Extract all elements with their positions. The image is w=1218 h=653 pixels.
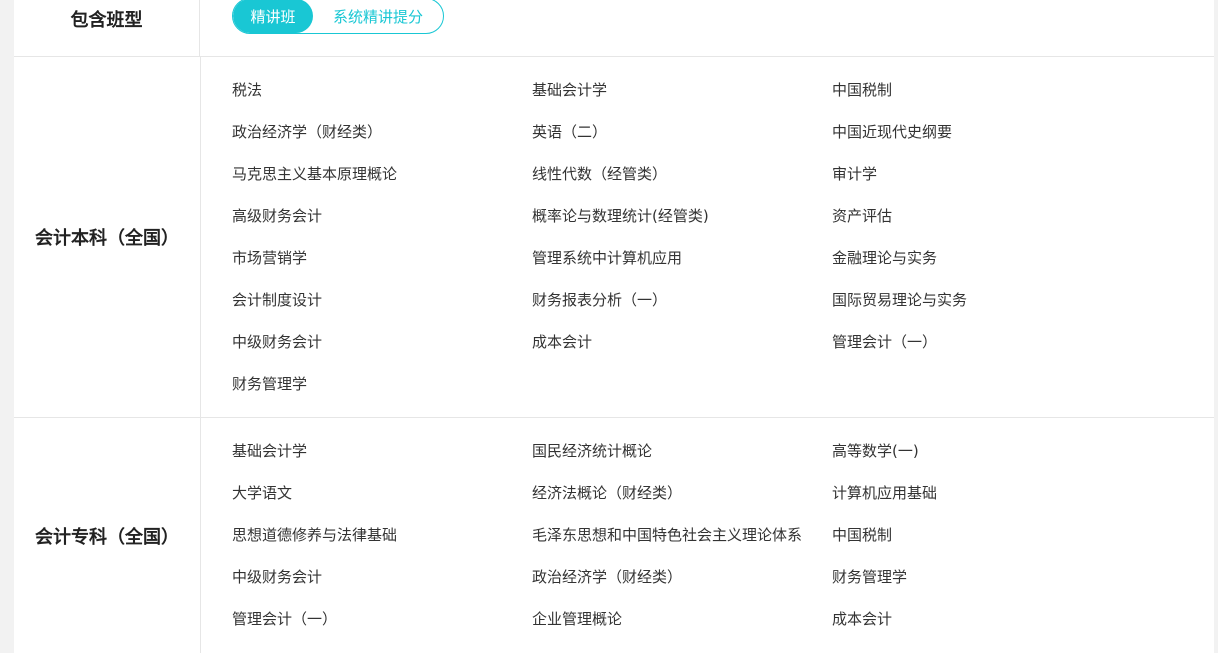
course-link[interactable]: 会计制度设计 (232, 290, 322, 310)
course-link[interactable]: 高级财务会计 (232, 206, 322, 226)
course-link[interactable]: 大学语文 (232, 483, 292, 503)
course-link[interactable]: 马克思主义基本原理概论 (232, 164, 397, 184)
section-title: 会计本科（全国） (14, 57, 201, 417)
course-link[interactable]: 基础会计学 (532, 80, 607, 100)
tab-xitong-jingjiang-tifen[interactable]: 系统精讲提分 (313, 0, 443, 33)
course-link[interactable]: 市场营销学 (232, 248, 307, 268)
course-link[interactable]: 概率论与数理统计(经管类) (532, 206, 709, 226)
course-link[interactable]: 中国税制 (832, 525, 892, 545)
class-type-content: 精讲班 系统精讲提分 (232, 0, 1214, 56)
course-link[interactable]: 中级财务会计 (232, 567, 322, 587)
course-link[interactable]: 高等数学(一) (832, 441, 919, 461)
course-link[interactable]: 成本会计 (532, 332, 592, 352)
course-link[interactable]: 思想道德修养与法律基础 (232, 525, 397, 545)
class-type-row: 包含班型 精讲班 系统精讲提分 (14, 0, 1214, 57)
course-link[interactable]: 国民经济统计概论 (532, 441, 652, 461)
course-link[interactable]: 政治经济学（财经类） (232, 122, 382, 142)
course-link[interactable]: 管理会计（一） (832, 332, 937, 352)
course-link[interactable]: 企业管理概论 (532, 609, 622, 629)
course-link[interactable]: 管理会计（一） (232, 609, 337, 629)
course-link[interactable]: 管理系统中计算机应用 (532, 248, 682, 268)
course-grid-associate: 基础会计学 国民经济统计概论 高等数学(一) 大学语文 经济法概论（财经类） 计算机应用基… (232, 418, 1214, 653)
section-undergraduate: 会计本科（全国） 税法 基础会计学 中国税制政治经济学（财经类） 英语（二） 中国近现代… (14, 57, 1214, 418)
course-link[interactable]: 税法 (232, 80, 262, 100)
section-title: 会计专科（全国） (14, 418, 201, 653)
course-link[interactable]: 财务报表分析（一） (532, 290, 667, 310)
tab-jingjiangban[interactable]: 精讲班 (233, 0, 313, 33)
class-type-label: 包含班型 (14, 0, 200, 56)
course-link[interactable]: 国际贸易理论与实务 (832, 290, 967, 310)
course-link[interactable]: 线性代数（经管类） (532, 164, 667, 184)
course-link[interactable]: 毛泽东思想和中国特色社会主义理论体系 (532, 525, 802, 545)
course-link[interactable]: 政治经济学（财经类） (532, 567, 682, 587)
class-type-tabs: 精讲班 系统精讲提分 (232, 0, 444, 34)
course-link[interactable]: 中国近现代史纲要 (832, 122, 952, 142)
course-link[interactable]: 基础会计学 (232, 441, 307, 461)
course-link[interactable]: 审计学 (832, 164, 877, 184)
course-link[interactable]: 财务管理学 (832, 567, 907, 587)
course-link[interactable]: 成本会计 (832, 609, 892, 629)
course-link[interactable]: 中级财务会计 (232, 332, 322, 352)
course-link[interactable]: 计算机应用基础 (832, 483, 937, 503)
course-table: 包含班型 精讲班 系统精讲提分 会计本科（全国） 税法 基础会计学 中国税制 政治经济… (14, 0, 1214, 653)
course-link[interactable]: 中国税制 (832, 80, 892, 100)
section-associate: 会计专科（全国） 基础会计学 国民经济统计概论 高等数学(一) 大学语文 经济法概论（财… (14, 418, 1214, 653)
course-link[interactable]: 金融理论与实务 (832, 248, 937, 268)
course-link[interactable]: 英语（二） (532, 122, 607, 142)
course-link[interactable]: 资产评估 (832, 206, 892, 226)
course-link[interactable]: 经济法概论（财经类） (532, 483, 682, 503)
course-grid-undergraduate: 税法 基础会计学 中国税制政治经济学（财经类） 英语（二） 中国近现代史纲要马克思主义基… (232, 57, 1214, 417)
course-link[interactable]: 财务管理学 (232, 374, 307, 394)
